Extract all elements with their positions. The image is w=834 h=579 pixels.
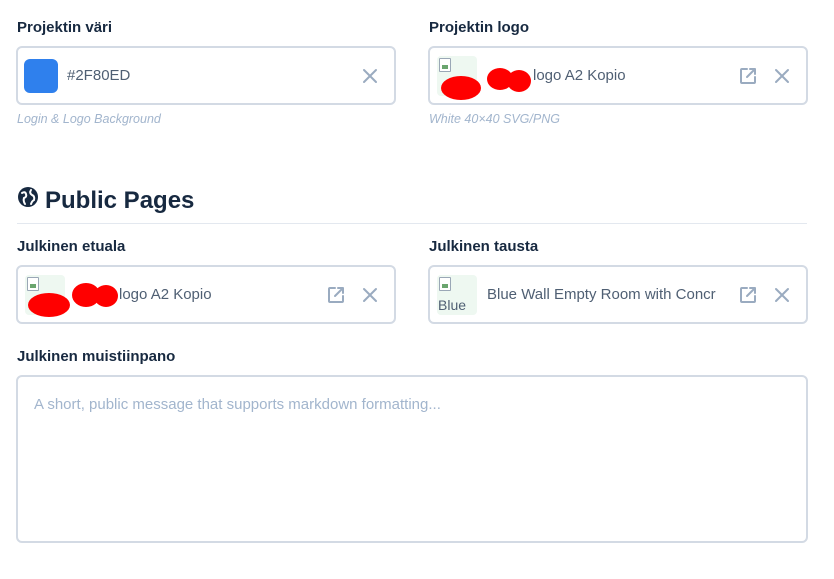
project-color-field[interactable]: #2F80ED [16,46,396,105]
redaction-mark [507,70,531,92]
color-value[interactable]: #2F80ED [67,67,130,84]
redaction-mark [441,76,481,100]
external-link-icon[interactable] [738,66,758,86]
globe-icon [17,186,39,215]
background-field[interactable]: Blue Blue Wall Empty Room with Concr [428,265,808,324]
color-swatch[interactable] [24,58,58,93]
public-pages-heading: Public Pages [17,186,194,215]
section-title: Public Pages [45,186,195,214]
project-logo-hint: White 40×40 SVG/PNG [429,112,560,126]
note-textarea[interactable]: A short, public message that supports ma… [16,375,808,543]
background-thumbnail: Blue [437,274,477,315]
project-logo-label: Projektin logo [429,19,530,36]
redaction-mark [94,285,118,307]
broken-image-icon [439,276,451,291]
project-color-label: Projektin väri [17,19,113,36]
broken-image-icon [439,57,451,72]
section-divider [17,223,807,224]
close-icon[interactable] [360,285,380,305]
background-actions [738,285,792,305]
foreground-actions [326,285,380,305]
foreground-field[interactable]: logo A2 Kopio [16,265,396,324]
background-label: Julkinen tausta [429,238,539,255]
close-icon[interactable] [360,66,380,86]
external-link-icon[interactable] [326,285,346,305]
external-link-icon[interactable] [738,285,758,305]
project-color-hint: Login & Logo Background [17,112,161,126]
redaction-mark [28,293,70,317]
project-logo-actions [738,66,792,86]
note-label: Julkinen muistiinpano [17,348,176,365]
thumbnail-alt-text: Blue [438,296,467,313]
foreground-file-name: logo A2 Kopio [119,286,212,303]
close-icon[interactable] [772,66,792,86]
close-icon[interactable] [772,285,792,305]
logo-file-name: logo A2 Kopio [533,67,626,84]
broken-image-icon [27,276,39,291]
background-file-name: Blue Wall Empty Room with Concr [487,286,716,303]
foreground-label: Julkinen etuala [17,238,126,255]
project-logo-field[interactable]: logo A2 Kopio [428,46,808,105]
project-color-actions [360,66,380,86]
note-placeholder: A short, public message that supports ma… [34,396,441,413]
